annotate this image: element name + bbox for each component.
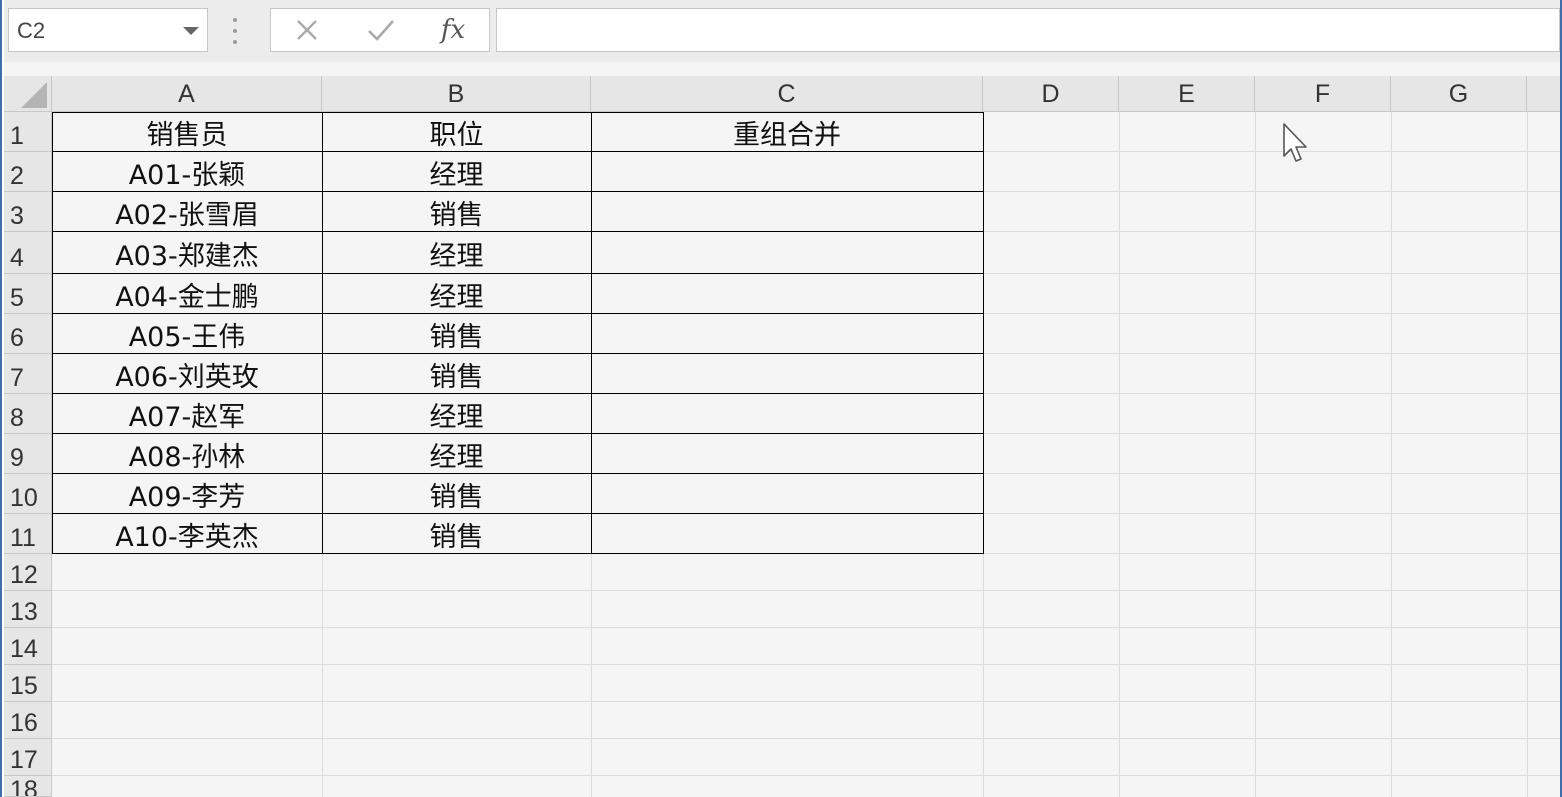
gridline xyxy=(52,738,1560,739)
row-header-14[interactable]: 14 xyxy=(4,628,52,665)
chevron-down-icon[interactable] xyxy=(183,27,199,35)
cell-c5[interactable] xyxy=(591,274,983,314)
row-header-12[interactable]: 12 xyxy=(4,554,52,591)
cell-c3[interactable] xyxy=(591,192,983,232)
worksheet-grid[interactable]: A B C D E F G 1 2 3 4 5 6 7 8 9 10 11 12… xyxy=(4,62,1560,797)
select-all-button[interactable] xyxy=(4,76,52,112)
cell-c11[interactable] xyxy=(591,514,983,554)
cell-c8[interactable] xyxy=(591,394,983,434)
row-header-2[interactable]: 2 xyxy=(4,152,52,192)
row-header-15[interactable]: 15 xyxy=(4,665,52,702)
gridline xyxy=(52,627,1560,628)
cell-b4[interactable]: 经理 xyxy=(322,232,591,274)
cell-b11[interactable]: 销售 xyxy=(322,514,591,554)
cell-a10[interactable]: A09-李芳 xyxy=(52,474,322,514)
cell-c9[interactable] xyxy=(591,434,983,474)
cell-b5[interactable]: 经理 xyxy=(322,274,591,314)
cell-b9[interactable]: 经理 xyxy=(322,434,591,474)
column-header-e[interactable]: E xyxy=(1119,76,1255,112)
cell-b1[interactable]: 职位 xyxy=(322,112,591,152)
cell-b7[interactable]: 销售 xyxy=(322,354,591,394)
gridline xyxy=(1255,112,1256,797)
gridline xyxy=(52,664,1560,665)
row-header-13[interactable]: 13 xyxy=(4,591,52,628)
cell-b8[interactable]: 经理 xyxy=(322,394,591,434)
column-header-c[interactable]: C xyxy=(591,76,983,112)
row-header-7[interactable]: 7 xyxy=(4,354,52,394)
cell-a7[interactable]: A06-刘英玫 xyxy=(52,354,322,394)
formula-bar: C2 fx xyxy=(4,0,1560,63)
cell-c2[interactable] xyxy=(591,152,983,192)
column-header-g[interactable]: G xyxy=(1391,76,1527,112)
cell-b6[interactable]: 销售 xyxy=(322,314,591,354)
gridline xyxy=(1391,112,1392,797)
cell-c4[interactable] xyxy=(591,232,983,274)
gridline xyxy=(52,701,1560,702)
row-header-3[interactable]: 3 xyxy=(4,192,52,232)
cell-b2[interactable]: 经理 xyxy=(322,152,591,192)
column-header-a[interactable]: A xyxy=(52,76,322,112)
row-header-1[interactable]: 1 xyxy=(4,112,52,152)
cell-a5[interactable]: A04-金士鹏 xyxy=(52,274,322,314)
cell-a1[interactable]: 销售员 xyxy=(52,112,322,152)
close-icon[interactable] xyxy=(277,9,337,51)
cell-a8[interactable]: A07-赵军 xyxy=(52,394,322,434)
cell-a9[interactable]: A08-孙林 xyxy=(52,434,322,474)
name-box-value: C2 xyxy=(17,18,46,43)
row-header-5[interactable]: 5 xyxy=(4,274,52,314)
row-header-9[interactable]: 9 xyxy=(4,434,52,474)
insert-function-button[interactable]: fx xyxy=(423,9,483,51)
cell-a11[interactable]: A10-李英杰 xyxy=(52,514,322,554)
cell-c1[interactable]: 重组合并 xyxy=(591,112,983,152)
column-header-overflow xyxy=(1527,76,1560,112)
cell-c6[interactable] xyxy=(591,314,983,354)
check-icon[interactable] xyxy=(351,9,411,51)
column-header-d[interactable]: D xyxy=(983,76,1119,112)
cell-c10[interactable] xyxy=(591,474,983,514)
gridline xyxy=(1119,112,1120,797)
name-box[interactable]: C2 xyxy=(8,8,208,52)
row-header-8[interactable]: 8 xyxy=(4,394,52,434)
formula-input[interactable] xyxy=(496,8,1560,52)
cell-a2[interactable]: A01-张颖 xyxy=(52,152,322,192)
fx-label: fx xyxy=(440,15,466,45)
cell-a4[interactable]: A03-郑建杰 xyxy=(52,232,322,274)
mouse-pointer-icon xyxy=(1282,122,1312,168)
cell-b10[interactable]: 销售 xyxy=(322,474,591,514)
more-options-icon[interactable] xyxy=(232,18,238,44)
row-header-4[interactable]: 4 xyxy=(4,232,52,274)
cell-c7[interactable] xyxy=(591,354,983,394)
formula-buttons: fx xyxy=(270,8,490,52)
cell-a6[interactable]: A05-王伟 xyxy=(52,314,322,354)
gridline xyxy=(1527,112,1528,797)
cell-b3[interactable]: 销售 xyxy=(322,192,591,232)
row-header-6[interactable]: 6 xyxy=(4,314,52,354)
select-all-icon xyxy=(21,82,47,108)
row-header-16[interactable]: 16 xyxy=(4,702,52,739)
gridline xyxy=(52,590,1560,591)
row-header-17[interactable]: 17 xyxy=(4,739,52,776)
row-header-11[interactable]: 11 xyxy=(4,514,52,554)
cell-a3[interactable]: A02-张雪眉 xyxy=(52,192,322,232)
spreadsheet-window: C2 fx A B C D E F G 1 2 3 4 5 6 7 8 9 10… xyxy=(0,0,1562,797)
table-border xyxy=(983,112,984,554)
row-header-10[interactable]: 10 xyxy=(4,474,52,514)
row-header-18[interactable]: 18 xyxy=(4,776,52,797)
gridline xyxy=(52,775,1560,776)
column-header-f[interactable]: F xyxy=(1255,76,1391,112)
column-header-b[interactable]: B xyxy=(322,76,591,112)
